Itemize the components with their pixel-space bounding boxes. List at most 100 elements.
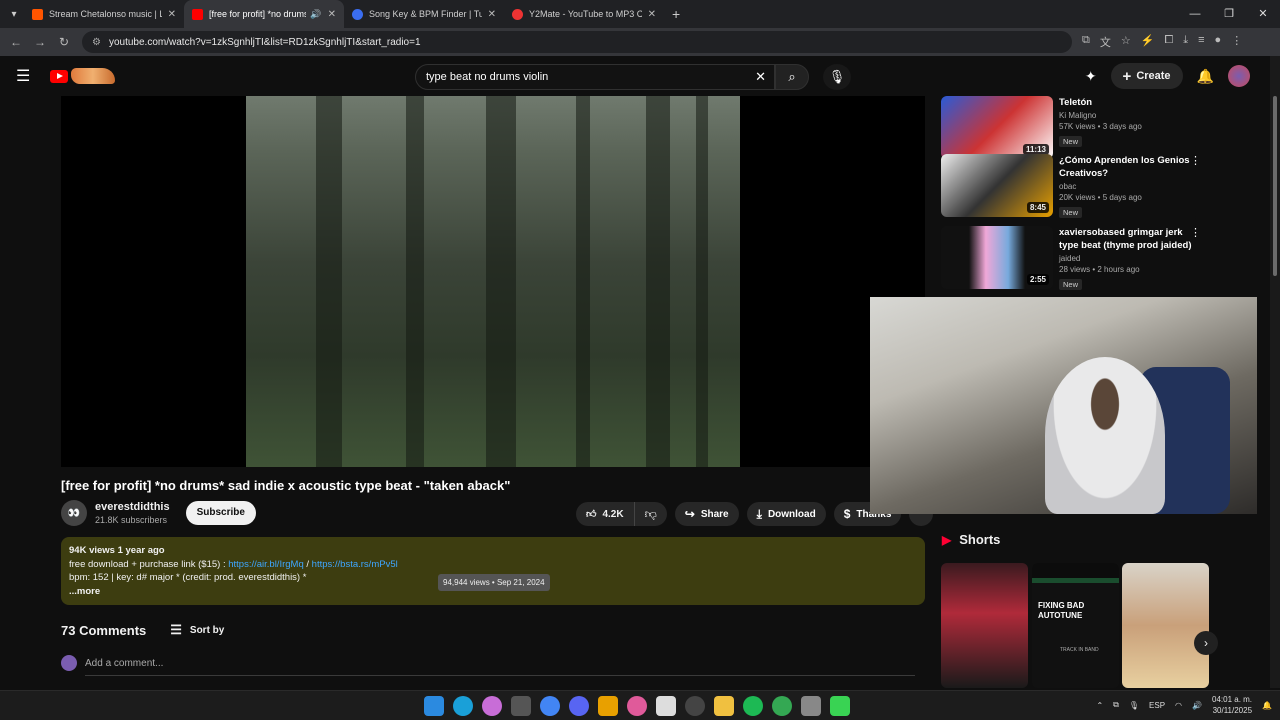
mic-icon[interactable]: 🎙: [1129, 701, 1139, 710]
downloads-icon[interactable]: ⤓: [1183, 34, 1188, 50]
close-window-button[interactable]: ✕: [1246, 0, 1280, 28]
channel-name[interactable]: everestdidthis: [95, 501, 170, 513]
purchase-link-1[interactable]: https://air.bl/IrgMq: [228, 559, 304, 570]
create-button[interactable]: + Create: [1110, 63, 1183, 89]
more-options-icon[interactable]: ⋮: [1190, 154, 1201, 167]
recommendation-item[interactable]: 11:13 Teletón Ki Maligno 57K views • 3 d…: [941, 96, 1197, 159]
recommendation-title[interactable]: xaviersobased grimgar jerk type beat (th…: [1059, 226, 1197, 252]
recommendation-channel[interactable]: Ki Maligno: [1059, 111, 1197, 120]
tab-y2mate[interactable]: Y2Mate - YouTube to MP3 Conv ✕: [504, 0, 664, 28]
close-tab-icon[interactable]: ✕: [168, 9, 176, 20]
install-icon[interactable]: ⧉: [1082, 34, 1090, 50]
close-tab-icon[interactable]: ✕: [488, 9, 496, 20]
tab-soundcloud[interactable]: Stream Chetalonso music | Liste ✕: [24, 0, 184, 28]
site-info-icon[interactable]: ⚙: [92, 37, 101, 48]
speaker-icon[interactable]: 🔊: [310, 9, 321, 20]
back-button[interactable]: ←: [4, 35, 28, 49]
bookmark-star-icon[interactable]: ☆: [1121, 34, 1131, 50]
recommendation-channel[interactable]: obac: [1059, 182, 1197, 191]
address-bar: ← → ↻ ⚙ youtube.com/watch?v=1zkSgnhljTI&…: [0, 28, 1280, 56]
description-box[interactable]: 94K views 1 year ago free download + pur…: [61, 537, 925, 605]
close-tab-icon[interactable]: ✕: [328, 9, 336, 20]
tray-chevron-icon[interactable]: ⌃: [1096, 701, 1103, 710]
subscribe-button[interactable]: Subscribe: [185, 501, 256, 525]
chrome-icon[interactable]: [540, 696, 560, 716]
voice-search-icon[interactable]: 🎙: [823, 64, 851, 90]
dislike-button[interactable]: 👎︎: [635, 502, 667, 526]
purchase-link-2[interactable]: https://bsta.rs/mPv5l: [312, 559, 398, 570]
translate-icon[interactable]: 文: [1100, 34, 1111, 50]
spotify-icon[interactable]: [743, 696, 763, 716]
minimize-button[interactable]: —: [1178, 0, 1212, 28]
shorts-next-icon[interactable]: ›: [1194, 631, 1218, 655]
app-icon[interactable]: [830, 696, 850, 716]
like-button[interactable]: 👍︎ 4.2K: [576, 502, 635, 526]
share-icon: ↪: [684, 507, 695, 521]
discord-icon[interactable]: [569, 696, 589, 716]
video-player[interactable]: [61, 96, 925, 467]
start-icon[interactable]: [424, 696, 444, 716]
share-button[interactable]: ↪ Share: [674, 502, 739, 526]
flstudio-icon[interactable]: [598, 696, 618, 716]
comments-header: 73 Comments ☰ Sort by: [61, 622, 224, 638]
recommendation-thumbnail[interactable]: 8:45: [941, 154, 1053, 217]
reload-button[interactable]: ↻: [52, 35, 76, 49]
recommendation-item[interactable]: 8:45 ¿Cómo Aprenden los Genios Creativos…: [941, 154, 1201, 220]
url-field[interactable]: ⚙ youtube.com/watch?v=1zkSgnhljTI&list=R…: [82, 31, 1072, 53]
chrome-alt-icon[interactable]: [772, 696, 792, 716]
recommendation-title[interactable]: Teletón: [1059, 96, 1197, 109]
shorts-header: ▶ Shorts: [942, 532, 1000, 547]
recommendation-title[interactable]: ¿Cómo Aprenden los Genios Creativos?: [1059, 154, 1197, 180]
tab-search-icon[interactable]: ▾: [4, 4, 24, 24]
search-button[interactable]: ⌕: [775, 64, 809, 90]
profile-icon[interactable]: ●: [1215, 34, 1222, 50]
sort-by-button[interactable]: ☰ Sort by: [170, 622, 224, 638]
scrollbar-thumb[interactable]: [1273, 96, 1277, 276]
wifi-icon[interactable]: ◠: [1175, 701, 1182, 710]
notification-icon[interactable]: 🔔: [1262, 701, 1272, 710]
short-item[interactable]: FIXING BAD AUTOTUNE TRACK IN BAND: [1032, 563, 1119, 688]
network-icon[interactable]: ⧉: [1113, 700, 1119, 710]
download-button[interactable]: ⤓ Download: [746, 502, 826, 526]
file-explorer-icon[interactable]: [714, 696, 734, 716]
hamburger-menu-icon[interactable]: ☰: [16, 66, 36, 86]
recommendation-channel[interactable]: jaided: [1059, 254, 1197, 263]
osu-icon[interactable]: [627, 696, 647, 716]
more-options-icon[interactable]: ⋮: [1190, 226, 1201, 239]
copilot-icon[interactable]: [482, 696, 502, 716]
tab-youtube[interactable]: [free for profit] *no drums* 🔊 ✕: [184, 0, 344, 28]
maximize-button[interactable]: ❐: [1212, 0, 1246, 28]
account-avatar[interactable]: [1228, 65, 1250, 87]
clear-search-icon[interactable]: ✕: [755, 69, 766, 85]
notepad-icon[interactable]: [656, 696, 676, 716]
language-indicator[interactable]: ESP: [1149, 701, 1165, 710]
short-item[interactable]: [1122, 563, 1209, 688]
youtube-logo[interactable]: [50, 67, 116, 85]
settings-icon[interactable]: [801, 696, 821, 716]
page-scrollbar[interactable]: [1270, 56, 1280, 688]
sort-label: Sort by: [189, 624, 225, 636]
forward-button[interactable]: →: [28, 35, 52, 49]
recommendation-item[interactable]: 2:55 xaviersobased grimgar jerk type bea…: [941, 226, 1201, 292]
media-icon[interactable]: ≡: [1198, 34, 1204, 50]
recommendation-thumbnail[interactable]: 2:55: [941, 226, 1053, 289]
tab-tunebat[interactable]: Song Key & BPM Finder | Tunel ✕: [344, 0, 504, 28]
close-tab-icon[interactable]: ✕: [648, 9, 656, 20]
search-input[interactable]: type beat no drums violin ✕: [415, 64, 775, 90]
puzzle-icon[interactable]: ⧠: [1164, 34, 1173, 50]
notifications-bell-icon[interactable]: 🔔: [1197, 68, 1214, 85]
recommendation-thumbnail[interactable]: 11:13: [941, 96, 1053, 159]
edge-icon[interactable]: [453, 696, 473, 716]
short-item[interactable]: [941, 563, 1028, 688]
obs-icon[interactable]: [685, 696, 705, 716]
clock[interactable]: 04:01 a. m. 30/11/2025: [1212, 694, 1252, 716]
extension-icon[interactable]: ⚡: [1141, 34, 1155, 50]
channel-avatar[interactable]: 👀: [61, 500, 87, 526]
recommendation-views: 28 views • 2 hours ago: [1059, 265, 1140, 274]
add-comment-field[interactable]: Add a comment...: [61, 655, 915, 676]
cast-icon[interactable]: ✦: [1085, 68, 1097, 85]
volume-icon[interactable]: 🔊: [1192, 701, 1202, 710]
store-icon[interactable]: [511, 696, 531, 716]
menu-icon[interactable]: ⋮: [1231, 34, 1242, 50]
new-tab-button[interactable]: +: [672, 6, 680, 22]
